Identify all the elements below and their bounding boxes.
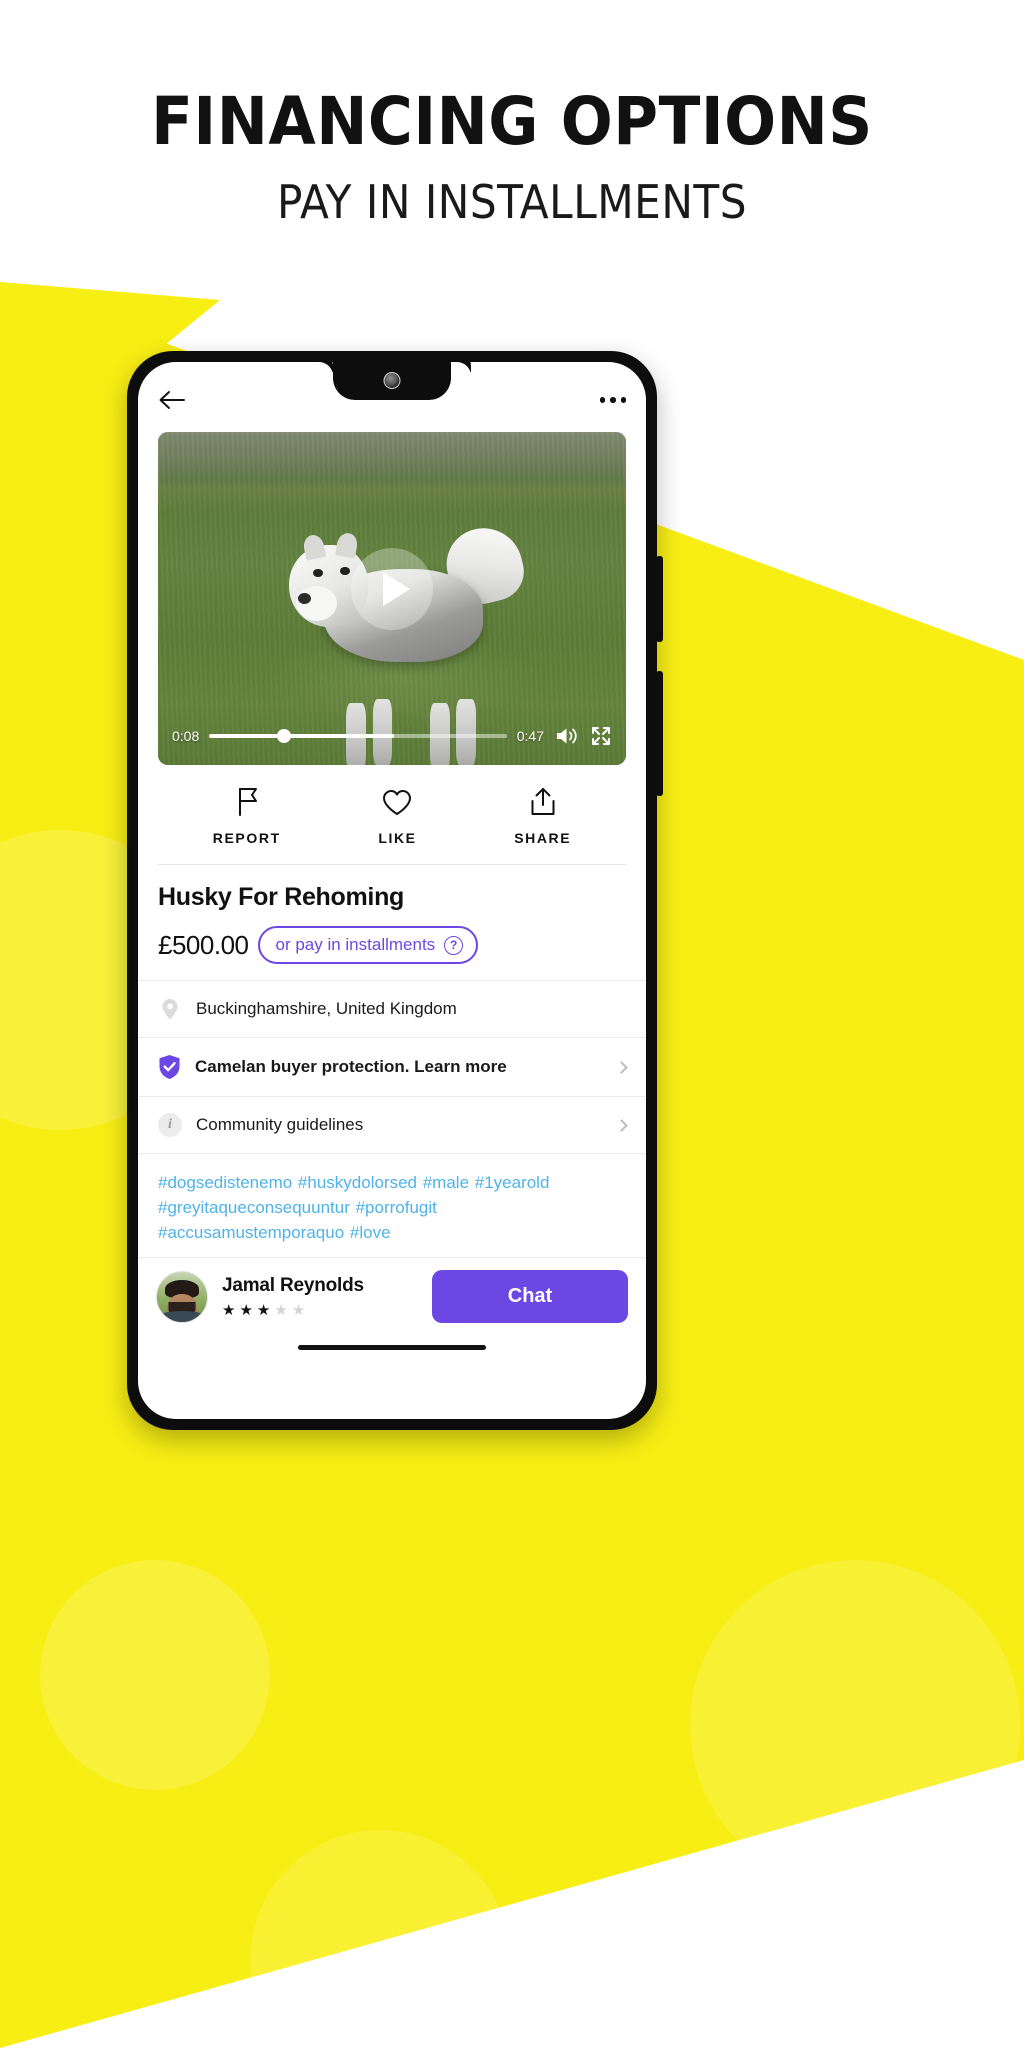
video-progress-thumb[interactable] bbox=[276, 729, 291, 743]
location-pin-icon bbox=[162, 999, 178, 1020]
like-button[interactable]: LIKE bbox=[378, 789, 416, 846]
phone-screen: 0:08 0:47 REPORT LIKE SHARE Husky For Re… bbox=[138, 362, 646, 1419]
shield-check-icon bbox=[159, 1055, 180, 1079]
star-icon: ★ bbox=[274, 1301, 289, 1319]
video-duration: 0:47 bbox=[516, 728, 544, 744]
decorative-circle bbox=[690, 1560, 1020, 1890]
share-upload-icon bbox=[531, 788, 555, 815]
video-player[interactable]: 0:08 0:47 bbox=[158, 432, 626, 765]
video-progress-slider[interactable] bbox=[209, 729, 507, 743]
community-guidelines-row[interactable]: i Community guidelines bbox=[138, 1096, 646, 1153]
star-icon: ★ bbox=[239, 1301, 254, 1319]
chevron-right-icon bbox=[615, 1118, 628, 1132]
phone-volume-button bbox=[656, 556, 663, 642]
promo-page: FINANCING OPTIONS PAY IN INSTALLMENTS 0:… bbox=[0, 0, 1024, 2048]
report-button[interactable]: REPORT bbox=[213, 787, 281, 846]
location-row[interactable]: Buckinghamshire, United Kingdom bbox=[138, 980, 646, 1037]
buyer-protection-text: Camelan buyer protection. Learn more bbox=[195, 1057, 507, 1076]
promo-headline: FINANCING OPTIONS bbox=[151, 83, 873, 160]
promo-headline-block: FINANCING OPTIONS PAY IN INSTALLMENTS bbox=[0, 83, 1024, 230]
video-current-time: 0:08 bbox=[172, 728, 200, 744]
front-camera-icon bbox=[383, 372, 401, 389]
question-mark-icon[interactable]: ? bbox=[444, 935, 464, 955]
avatar[interactable] bbox=[156, 1270, 208, 1323]
community-guidelines-text: Community guidelines bbox=[196, 1115, 364, 1134]
promo-subheadline: PAY IN INSTALLMENTS bbox=[276, 175, 748, 230]
arrow-left-icon[interactable] bbox=[158, 389, 186, 411]
seller-info: Jamal Reynolds ★ ★ ★ ★ ★ bbox=[222, 1275, 418, 1319]
like-label: LIKE bbox=[378, 830, 417, 846]
flag-icon bbox=[238, 788, 257, 816]
chat-button[interactable]: Chat bbox=[432, 1270, 628, 1324]
video-progress-fill bbox=[209, 734, 394, 738]
star-icon: ★ bbox=[256, 1301, 272, 1319]
heart-icon bbox=[383, 790, 412, 815]
seller-name: Jamal Reynolds bbox=[222, 1274, 364, 1296]
listing-title: Husky For Rehoming bbox=[158, 883, 405, 911]
video-controls: 0:08 0:47 bbox=[158, 707, 626, 765]
location-text: Buckinghamshire, United Kingdom bbox=[196, 999, 457, 1018]
action-bar: REPORT LIKE SHARE bbox=[138, 765, 646, 864]
decorative-circle bbox=[40, 1560, 270, 1790]
report-label: REPORT bbox=[212, 830, 281, 846]
listing-price: £500.00 bbox=[158, 929, 249, 960]
installments-pill[interactable]: or pay in installments ? bbox=[258, 926, 479, 964]
expand-icon[interactable] bbox=[590, 725, 612, 747]
info-circle-icon: i bbox=[158, 1113, 182, 1137]
share-label: SHARE bbox=[514, 830, 572, 846]
price-row: £500.00 or pay in installments ? bbox=[158, 926, 626, 980]
volume-on-icon[interactable] bbox=[554, 725, 580, 747]
home-indicator bbox=[298, 1345, 486, 1351]
installments-label: or pay in installments bbox=[275, 935, 436, 954]
more-horizontal-icon[interactable] bbox=[599, 397, 626, 403]
play-icon[interactable] bbox=[351, 547, 433, 630]
seller-bar: Jamal Reynolds ★ ★ ★ ★ ★ Chat bbox=[138, 1257, 646, 1333]
listing-header: Husky For Rehoming £500.00 or pay in ins… bbox=[138, 865, 646, 980]
buyer-protection-row[interactable]: Camelan buyer protection. Learn more bbox=[138, 1037, 646, 1096]
phone-power-button bbox=[656, 671, 663, 796]
share-button[interactable]: SHARE bbox=[514, 787, 571, 846]
phone-mockup: 0:08 0:47 REPORT LIKE SHARE Husky For Re… bbox=[127, 351, 663, 1430]
rating-stars: ★ ★ ★ ★ ★ bbox=[222, 1301, 418, 1319]
star-icon: ★ bbox=[222, 1301, 237, 1319]
star-icon: ★ bbox=[291, 1301, 307, 1319]
hashtags[interactable]: #dogsedistenemo #huskydolorsed #male #1y… bbox=[138, 1153, 646, 1257]
chevron-right-icon bbox=[615, 1060, 628, 1074]
